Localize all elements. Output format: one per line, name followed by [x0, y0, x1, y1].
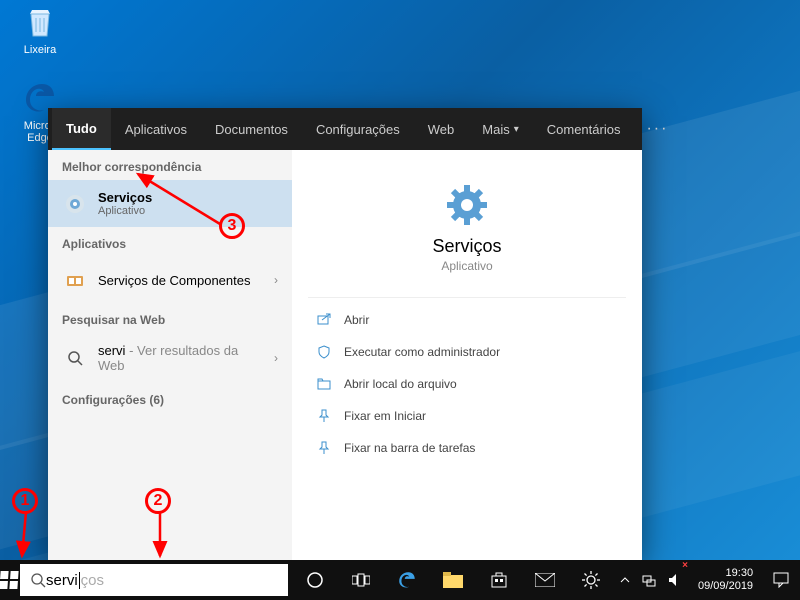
search-input-suggestion: ços	[81, 572, 104, 589]
action-pin-taskbar[interactable]: Fixar na barra de tarefas	[308, 432, 626, 464]
action-run-admin[interactable]: Executar como administrador	[308, 336, 626, 368]
tray-chevron-up-icon[interactable]	[614, 560, 636, 600]
chevron-down-icon: ▾	[514, 124, 519, 135]
search-icon	[62, 345, 88, 371]
trash-icon	[20, 2, 60, 42]
action-open[interactable]: Abrir	[308, 297, 626, 336]
action-open-location[interactable]: Abrir local do arquivo	[308, 368, 626, 400]
section-settings[interactable]: Configurações (6)	[48, 383, 292, 413]
recycle-bin-label: Lixeira	[24, 44, 56, 56]
result-best-servicos[interactable]: Serviços Aplicativo	[48, 180, 292, 227]
tray-date: 09/09/2019	[698, 580, 753, 593]
taskbar: serviços × 19:30 09/09/2019	[0, 560, 800, 600]
tab-documents[interactable]: Documentos	[201, 108, 302, 150]
cortana-icon[interactable]	[292, 560, 338, 600]
tab-all[interactable]: Tudo	[52, 108, 111, 150]
folder-icon	[316, 376, 332, 392]
tray-network-icon[interactable]	[636, 560, 662, 600]
tab-settings[interactable]: Configurações	[302, 108, 414, 150]
action-center-icon[interactable]	[761, 572, 800, 588]
tray-clock[interactable]: 19:30 09/09/2019	[690, 567, 761, 593]
search-tabs: Tudo Aplicativos Documentos Configuraçõe…	[48, 108, 642, 150]
shield-icon	[316, 344, 332, 360]
tray-time: 19:30	[726, 567, 754, 580]
preview-title: Serviços	[292, 236, 642, 257]
tray-volume-icon[interactable]: ×	[662, 560, 690, 600]
annotation-3: 3	[219, 213, 245, 239]
chevron-right-icon: ›	[274, 273, 278, 287]
preview-subtitle: Aplicativo	[292, 259, 642, 273]
tab-apps[interactable]: Aplicativos	[111, 108, 201, 150]
desktop: Lixeira Micros Edge Tudo Aplicativos Doc…	[0, 0, 800, 600]
gear-icon	[62, 191, 88, 217]
pin-icon	[316, 440, 332, 456]
mail-taskbar-icon[interactable]	[522, 560, 568, 600]
taskbar-search-box[interactable]: serviços	[20, 564, 288, 596]
chevron-right-icon: ›	[274, 351, 278, 365]
open-icon	[316, 312, 332, 328]
store-taskbar-icon[interactable]	[476, 560, 522, 600]
search-input-value: servi	[46, 572, 78, 589]
result-preview: Serviços Aplicativo Abrir Executar como …	[292, 150, 642, 560]
component-icon	[62, 267, 88, 293]
result-subtitle: Aplicativo	[98, 205, 152, 217]
section-best-match: Melhor correspondência	[48, 150, 292, 180]
result-title: Serviços de Componentes	[98, 273, 250, 288]
start-search-panel: Tudo Aplicativos Documentos Configuraçõe…	[48, 108, 642, 560]
tab-web[interactable]: Web	[414, 108, 469, 150]
start-button[interactable]	[0, 560, 18, 600]
edge-taskbar-icon[interactable]	[384, 560, 430, 600]
result-title: Serviços	[98, 190, 152, 205]
system-tray: × 19:30 09/09/2019	[614, 560, 800, 600]
annotation-2: 2	[145, 488, 171, 514]
search-icon	[30, 572, 46, 588]
explorer-taskbar-icon[interactable]	[430, 560, 476, 600]
result-web-search[interactable]: servi - Ver resultados da Web ›	[48, 333, 292, 383]
task-view-icon[interactable]	[338, 560, 384, 600]
more-options-icon[interactable]: ···	[634, 120, 680, 138]
recycle-bin-icon[interactable]: Lixeira	[10, 2, 70, 56]
annotation-1: 1	[12, 488, 38, 514]
preview-gear-icon	[442, 180, 492, 230]
tab-comments[interactable]: Comentários	[533, 108, 635, 150]
windows-logo-icon	[0, 571, 19, 589]
action-pin-start[interactable]: Fixar em Iniciar	[308, 400, 626, 432]
settings-taskbar-icon[interactable]	[568, 560, 614, 600]
section-web: Pesquisar na Web	[48, 303, 292, 333]
tab-more[interactable]: Mais▾	[468, 108, 532, 150]
result-component-services[interactable]: Serviços de Componentes ›	[48, 257, 292, 303]
pin-icon	[316, 408, 332, 424]
section-apps: Aplicativos	[48, 227, 292, 257]
